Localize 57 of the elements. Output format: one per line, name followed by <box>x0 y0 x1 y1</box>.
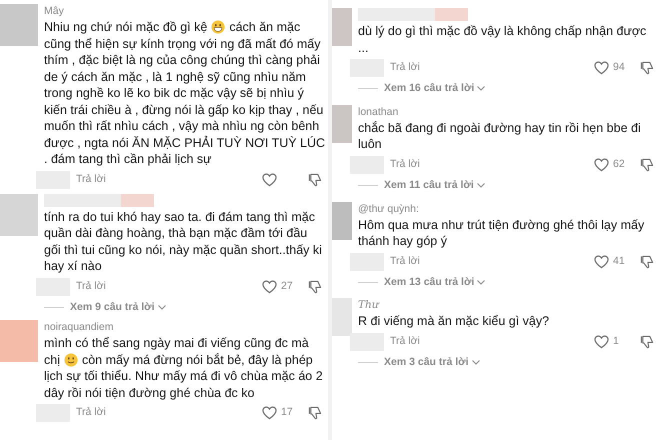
thumbs-down-icon[interactable] <box>308 406 322 420</box>
view-replies-link[interactable]: Xem 11 câu trả lời <box>384 178 485 194</box>
heart-icon[interactable] <box>262 406 277 420</box>
comment-text: lịch sự tối thiểu. Như mấy má đi vô chùa mặc áo 2 dây rồi nói tiện đường ghé chùa đc ko <box>44 368 324 402</box>
heart-icon[interactable] <box>262 172 277 186</box>
comment-text: R đi viếng mà ăn mặc kiểu gì vậy? <box>358 313 550 330</box>
redacted-timestamp <box>350 332 384 351</box>
comment-text: Hôm qua mưa như trút tiện đường ghé thôi lạy mấy thánh hay góp ý <box>358 216 646 250</box>
comment-text: mình có thể sang ngày mai đi viếng cũng đc mà <box>44 335 310 352</box>
grinning-face-icon <box>211 20 226 34</box>
like-count: 1 <box>613 334 619 349</box>
like-count: 62 <box>613 156 625 172</box>
like-count: 41 <box>613 254 625 269</box>
username[interactable]: lonathan <box>358 104 660 120</box>
view-replies-link[interactable]: Xem 16 câu trả lời <box>384 81 486 97</box>
username[interactable]: Mây <box>44 4 328 19</box>
like-count: 94 <box>613 60 625 76</box>
comment-text: chị <box>44 352 60 368</box>
heart-icon[interactable] <box>594 158 609 172</box>
heart-icon[interactable] <box>262 280 277 294</box>
thumbs-down-icon[interactable] <box>308 280 322 294</box>
heart-icon[interactable] <box>594 254 609 268</box>
reply-link[interactable]: Trả lời <box>390 334 420 350</box>
reply-link[interactable]: Trả lời <box>76 405 106 422</box>
comment-text: còn mấy má đừng nói bắt bẻ, đây là phép <box>82 352 313 368</box>
comment-text: chắc bã đang đi ngoài đường hay tin rồi hẹn bbe đi luôn <box>358 120 642 153</box>
comment-text: tính ra do tui khó hay sao ta. đi đám tang thì mặc quần dài đàng hoàng, thà bạn mặc đầm tới đầu gối thì tui cũng ko nói, này mặc quần short..thấy ki hay xí nào <box>44 208 323 274</box>
heart-icon[interactable] <box>594 334 609 349</box>
view-replies-link[interactable]: Xem 3 câu trả lời <box>384 354 480 370</box>
chevron-down-icon <box>158 304 166 310</box>
reply-link[interactable]: Trả lời <box>390 60 420 76</box>
reply-link[interactable]: Trả lời <box>76 172 106 188</box>
reply-link[interactable]: Trả lời <box>390 156 420 173</box>
reply-link[interactable]: Trả lời <box>76 278 106 294</box>
like-count: 27 <box>281 278 293 294</box>
chevron-down-icon <box>472 360 480 366</box>
smiling-face-icon <box>64 353 78 367</box>
chevron-down-icon <box>477 86 486 92</box>
comment-text: dù lý do gì thì mặc đồ vậy là không chấp nhận được ... <box>358 23 648 56</box>
comment-text: cũng thể hiện sự kính trọng với ng đã mất đó mấy thím , đặc biệt là ng của công chúng thì càng phải de ý cách ăn mặc , là 1 nghệ sỹ cũng nhìu năm trong nghề ko lẽ ko bik dc mặc vậy sẽ bị nhìu ý kiến trái chiều à , đừng nói là gấp ko kịp thay , nếu muốn thì rất nhìu cách , vậy mà nhìu ng còn bênh được , ngta nói ĂN MẶC PHẢI TUỲ NƠI TUỲ LÚC . đám tang thì cần phải lịch sự <box>44 36 326 168</box>
view-replies-link[interactable]: Xem 9 câu trả lời <box>70 300 166 316</box>
thumbs-down-icon[interactable] <box>640 254 654 268</box>
comment-text: Nhiu ng chứ nói mặc đồ gì kệ <box>44 19 208 36</box>
username[interactable]: noiraquandiem <box>44 320 328 336</box>
username[interactable]: Thư <box>358 298 660 314</box>
thumbs-down-icon[interactable] <box>308 172 322 186</box>
chevron-down-icon <box>477 280 486 285</box>
view-replies-link[interactable]: Xem 13 câu trả lời <box>384 274 486 290</box>
reply-link[interactable]: Trả lời <box>390 254 420 270</box>
username[interactable]: @thư quỳnh: <box>358 202 660 216</box>
thumbs-down-icon[interactable] <box>640 61 654 75</box>
chevron-down-icon <box>476 183 485 188</box>
heart-icon[interactable] <box>594 61 609 75</box>
like-count: 17 <box>281 405 293 420</box>
thumbs-down-icon[interactable] <box>640 158 654 172</box>
comment-text: cách ăn mặc <box>229 19 300 36</box>
thumbs-down-icon[interactable] <box>640 334 654 349</box>
